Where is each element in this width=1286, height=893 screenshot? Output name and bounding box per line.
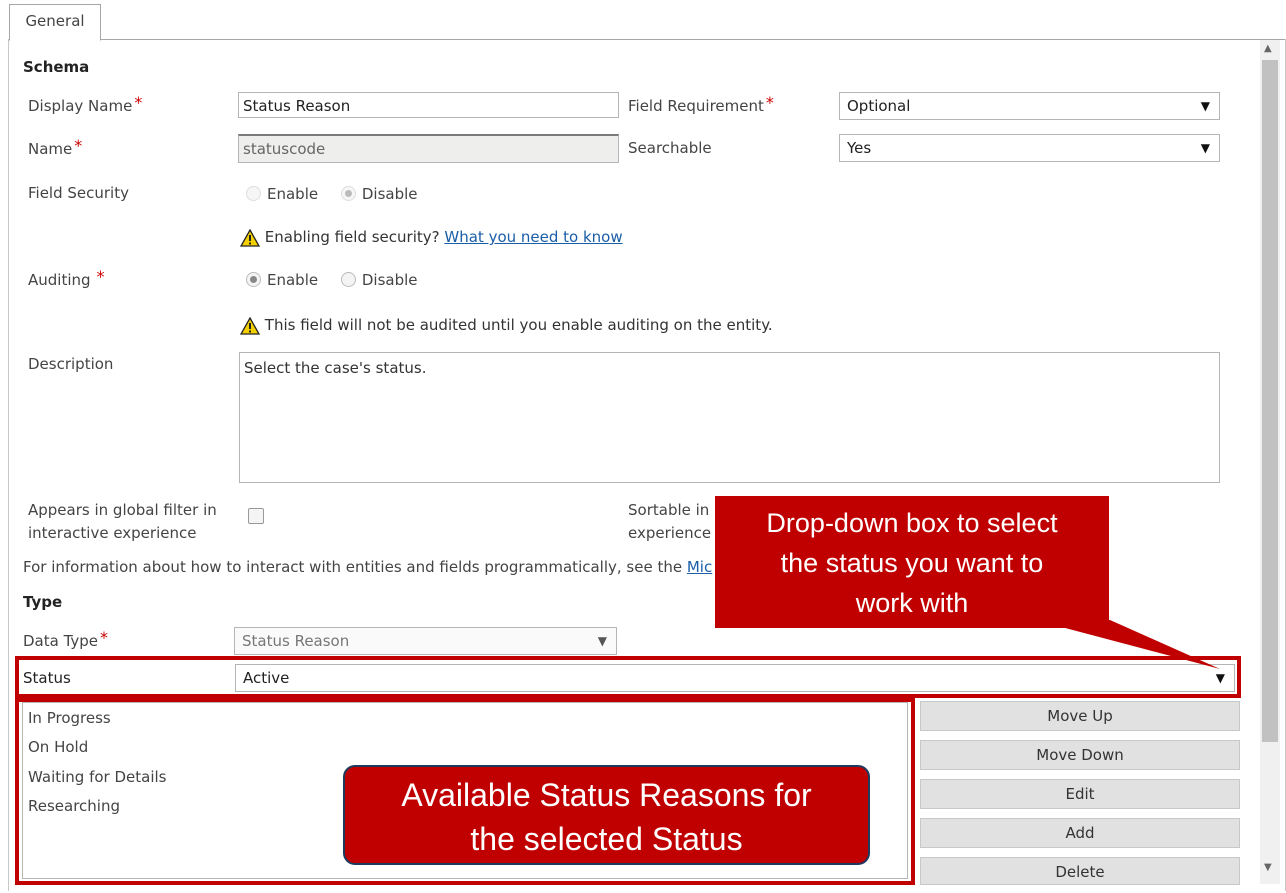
scrollbar-thumb[interactable] <box>1262 60 1278 742</box>
sortable-label-line1: Sortable in <box>628 501 710 519</box>
display-name-label: Display Name * <box>28 93 143 115</box>
field-requirement-label: Field Requirement * <box>628 93 774 115</box>
developer-docs-link[interactable]: Mic <box>687 558 712 576</box>
move-up-button[interactable]: Move Up <box>920 701 1240 731</box>
dropdown-callout-line1: Drop-down box to select <box>766 508 1058 538</box>
auditing-enable-radio[interactable] <box>246 272 261 287</box>
field-security-disable-radio[interactable] <box>340 186 356 201</box>
auditing-label-text: Auditing <box>28 271 91 289</box>
description-textarea[interactable]: Select the case's status. <box>239 352 1220 483</box>
schema-heading: Schema <box>23 58 90 76</box>
delete-button[interactable]: Delete <box>920 857 1240 885</box>
status-label: Status <box>23 669 71 687</box>
global-filter-label-line1: Appears in global filter in <box>28 501 217 519</box>
name-label: Name * <box>28 136 83 158</box>
programmatic-info-text: For information about how to interact wi… <box>23 558 712 576</box>
warning-icon <box>240 316 260 335</box>
required-marker: * <box>765 93 774 112</box>
type-heading: Type <box>23 593 63 611</box>
field-security-enable-radio[interactable] <box>246 186 261 201</box>
required-marker: * <box>96 267 105 286</box>
reasons-callout: Available Status Reasons for the selecte… <box>343 765 870 865</box>
auditing-enable-label: Enable <box>267 270 319 289</box>
data-type-select: Status Reason ▼ <box>234 627 617 655</box>
what-you-need-to-know-link[interactable]: What you need to know <box>444 228 622 246</box>
field-security-enable-label: Enable <box>267 184 319 203</box>
display-name-label-text: Display Name <box>28 97 133 115</box>
edit-button[interactable]: Edit <box>920 779 1240 809</box>
auditing-disable-radio[interactable] <box>340 272 356 287</box>
field-requirement-select[interactable]: Optional ▼ <box>839 92 1220 120</box>
list-item[interactable]: Researching <box>28 797 120 815</box>
required-marker: * <box>134 93 143 112</box>
add-button[interactable]: Add <box>920 818 1240 848</box>
field-security-label: Field Security <box>28 184 129 202</box>
data-type-label-text: Data Type <box>23 632 99 650</box>
list-item[interactable]: Waiting for Details <box>28 768 166 786</box>
field-requirement-value: Optional <box>847 97 911 115</box>
list-item[interactable]: In Progress <box>28 709 111 727</box>
chevron-down-icon: ▼ <box>1200 141 1210 155</box>
auditing-warning: This field will not be audited until you… <box>240 316 773 335</box>
global-filter-label: Appears in global filter in interactive … <box>28 499 217 545</box>
global-filter-label-line2: interactive experience <box>28 524 197 542</box>
searchable-select[interactable]: Yes ▼ <box>839 134 1220 162</box>
chevron-down-icon: ▼ <box>597 634 607 648</box>
dropdown-callout-line3: work with <box>855 588 969 618</box>
sortable-label: Sortable in experience <box>628 499 711 545</box>
global-filter-checkbox[interactable] <box>248 508 264 524</box>
warning-icon <box>240 228 260 247</box>
searchable-label: Searchable <box>628 139 712 157</box>
dropdown-callout: Drop-down box to select the status you w… <box>715 496 1109 628</box>
field-security-disable-label: Disable <box>361 184 418 203</box>
list-item[interactable]: On Hold <box>28 738 88 756</box>
move-down-button[interactable]: Move Down <box>920 740 1240 770</box>
data-type-value: Status Reason <box>242 632 350 650</box>
required-marker: * <box>74 136 83 155</box>
dropdown-callout-line2: the status you want to <box>780 548 1044 578</box>
description-label: Description <box>28 355 114 373</box>
name-input: statuscode <box>238 134 619 163</box>
callout-pointer <box>1035 620 1220 669</box>
programmatic-info-label: For information about how to interact wi… <box>23 558 683 576</box>
name-label-text: Name <box>28 140 73 158</box>
auditing-disable-label: Disable <box>361 270 418 289</box>
field-security-radios: Enable Disable <box>246 184 436 203</box>
scroll-up-arrow-icon[interactable]: ▲ <box>1264 43 1272 54</box>
tab-bar <box>8 0 1286 40</box>
field-security-warning-text: Enabling field security? <box>264 228 440 246</box>
auditing-radios: Enable Disable <box>246 270 436 289</box>
scroll-down-arrow-icon[interactable]: ▼ <box>1264 862 1272 873</box>
chevron-down-icon: ▼ <box>1200 99 1210 113</box>
field-security-warning: Enabling field security? What you need t… <box>240 228 623 247</box>
data-type-label: Data Type * <box>23 628 109 650</box>
tab-general[interactable]: General <box>9 4 101 41</box>
status-value: Active <box>243 669 290 687</box>
sortable-label-line2: experience <box>628 524 712 542</box>
reasons-callout-line2: the selected Status <box>470 821 743 857</box>
searchable-value: Yes <box>847 139 872 157</box>
auditing-warning-text: This field will not be audited until you… <box>264 316 773 334</box>
auditing-label: Auditing * <box>28 267 105 289</box>
display-name-input[interactable]: Status Reason <box>238 92 619 118</box>
required-marker: * <box>100 628 109 647</box>
field-requirement-label-text: Field Requirement <box>628 97 764 115</box>
reasons-callout-line1: Available Status Reasons for <box>401 777 812 813</box>
